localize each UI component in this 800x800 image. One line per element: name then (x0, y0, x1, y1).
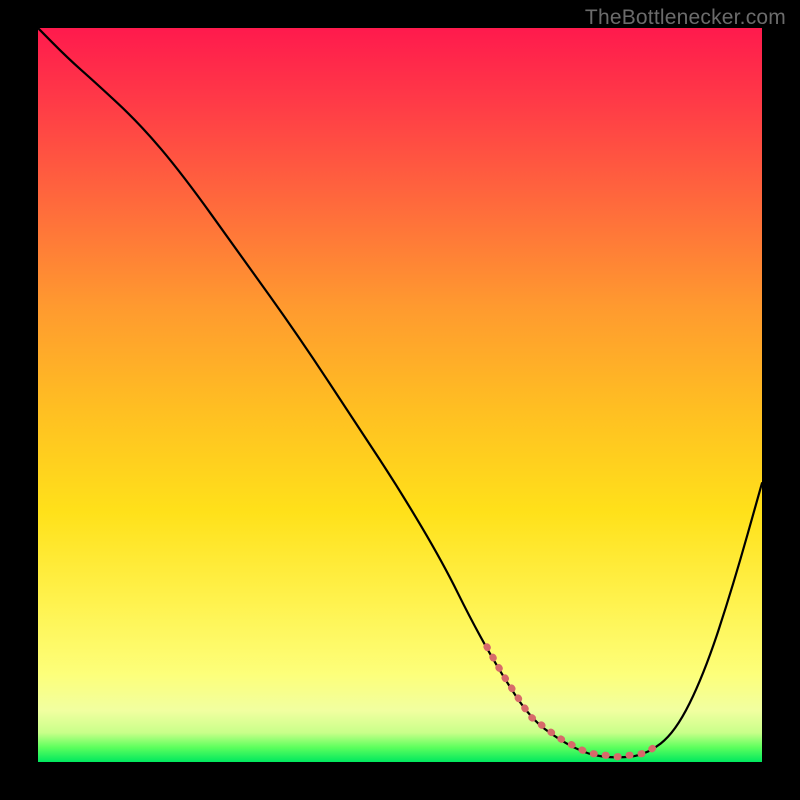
plot-area (38, 28, 762, 762)
bottleneck-curve-line (38, 28, 762, 757)
curve-layer (38, 28, 762, 762)
attribution-label: TheBottlenecker.com (585, 6, 786, 30)
bottleneck-chart: TheBottlenecker.com (0, 0, 800, 800)
optimal-range-highlight (487, 647, 661, 757)
